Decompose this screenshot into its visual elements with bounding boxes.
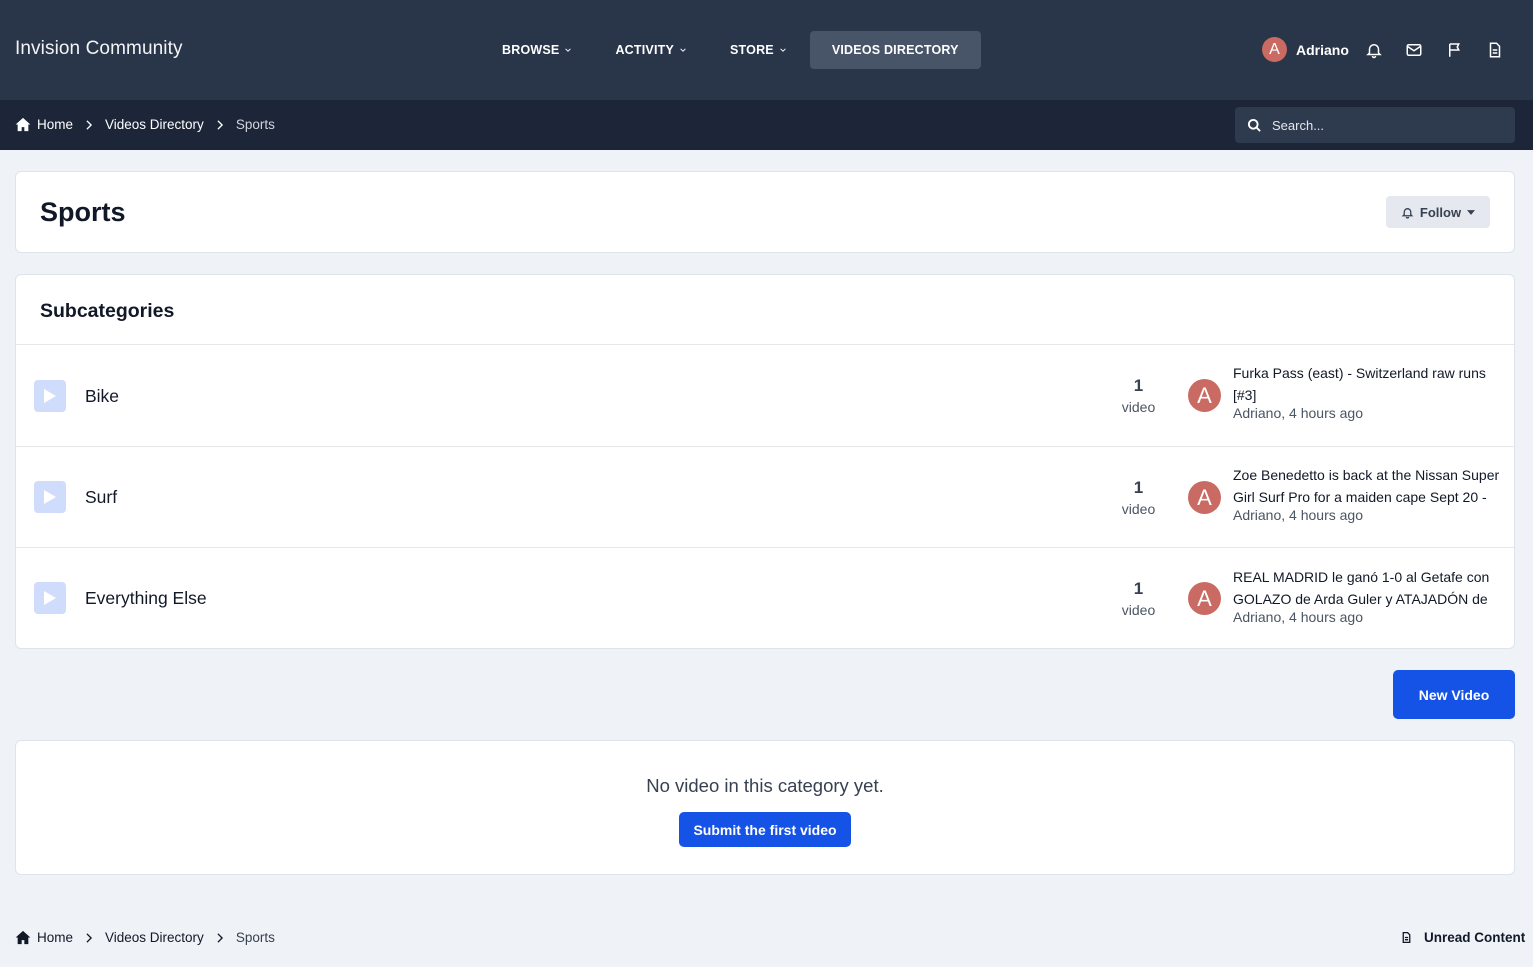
nav-videos-directory[interactable]: VIDEOS DIRECTORY <box>809 31 981 69</box>
follow-button[interactable]: Follow <box>1386 196 1490 228</box>
last-video-title[interactable]: REAL MADRID le ganó 1-0 al Getafe con GO… <box>1233 567 1503 610</box>
last-video: Furka Pass (east) - Switzerland raw runs… <box>1233 363 1503 421</box>
last-video-meta: Adriano, 4 hours ago <box>1233 609 1363 625</box>
document-icon[interactable] <box>1486 41 1504 59</box>
video-count: 1 video <box>1111 376 1166 415</box>
user-menu[interactable]: A Adriano <box>1262 37 1349 62</box>
last-video-meta: Adriano, 4 hours ago <box>1233 507 1363 523</box>
breadcrumb-videos-directory[interactable]: Videos Directory <box>105 930 204 945</box>
caret-down-icon <box>1467 209 1476 215</box>
subcategory-row: Everything Else 1 video A REAL MADRID le… <box>16 547 1514 648</box>
subcategory-row: Bike 1 video A Furka Pass (east) - Switz… <box>16 345 1514 446</box>
breadcrumb-current: Sports <box>235 117 275 132</box>
flag-icon[interactable] <box>1446 41 1464 59</box>
chevron-right-icon <box>86 119 93 130</box>
last-video: Zoe Benedetto is back at the Nissan Supe… <box>1233 465 1503 523</box>
search-input[interactable] <box>1272 117 1502 133</box>
chevron-down-icon <box>565 48 572 52</box>
nav-browse-label: BROWSE <box>502 43 560 57</box>
video-count-number: 1 <box>1133 579 1144 598</box>
play-icon <box>34 380 66 412</box>
video-count: 1 video <box>1111 579 1166 618</box>
main-nav: BROWSE ACTIVITY STORE VIDEOS DIRECTORY <box>480 31 981 69</box>
user-name: Adriano <box>1296 41 1349 58</box>
video-count-unit: video <box>1121 501 1156 517</box>
video-count-number: 1 <box>1133 478 1144 497</box>
last-video: REAL MADRID le ganó 1-0 al Getafe con GO… <box>1233 567 1503 625</box>
search-icon <box>1247 118 1261 132</box>
subcategories-box: Subcategories Bike 1 video A Furka Pass … <box>15 274 1515 649</box>
unread-content-label: Unread Content <box>1424 930 1526 945</box>
avatar[interactable]: A <box>1188 481 1221 514</box>
footer-breadcrumb: Home Videos Directory Sports <box>15 930 275 945</box>
subcategory-link[interactable]: Surf <box>85 487 117 508</box>
chevron-right-icon <box>217 119 223 130</box>
breadcrumb-videos-directory[interactable]: Videos Directory <box>105 117 204 132</box>
chevron-right-icon <box>217 932 223 943</box>
empty-message: No video in this category yet. <box>646 775 884 796</box>
bell-icon <box>1401 207 1414 219</box>
breadcrumb-bar: Home Videos Directory Sports <box>0 100 1533 150</box>
last-video-meta: Adriano, 4 hours ago <box>1233 405 1363 421</box>
video-count-unit: video <box>1121 399 1156 415</box>
page-header-box: Sports Follow <box>15 171 1515 253</box>
document-icon <box>1402 931 1411 944</box>
play-icon <box>34 582 66 614</box>
subcategory-link[interactable]: Bike <box>85 386 119 407</box>
unread-content-link[interactable]: Unread Content <box>1400 930 1525 945</box>
follow-label: Follow <box>1419 204 1462 220</box>
video-count-number: 1 <box>1133 376 1144 395</box>
page-title: Sports <box>40 197 126 227</box>
site-header: Invision Community BROWSE ACTIVITY STORE… <box>0 0 1533 100</box>
last-video-title[interactable]: Zoe Benedetto is back at the Nissan Supe… <box>1233 465 1503 508</box>
last-video-title[interactable]: Furka Pass (east) - Switzerland raw runs… <box>1233 363 1503 406</box>
video-count: 1 video <box>1111 478 1166 517</box>
new-video-button[interactable]: New Video <box>1393 670 1515 719</box>
breadcrumb-home[interactable]: Home <box>37 117 73 132</box>
play-icon <box>34 481 66 513</box>
submit-first-video-button[interactable]: Submit the first video <box>679 812 851 847</box>
nav-store[interactable]: STORE <box>708 31 808 69</box>
empty-state-box: No video in this category yet. Submit th… <box>15 740 1515 875</box>
home-icon <box>15 117 31 132</box>
site-brand[interactable]: Invision Community <box>15 38 183 60</box>
subcategory-link[interactable]: Everything Else <box>85 588 207 609</box>
avatar[interactable]: A <box>1188 379 1221 412</box>
bell-icon[interactable] <box>1365 41 1383 59</box>
chevron-down-icon <box>680 48 686 52</box>
video-count-unit: video <box>1121 602 1156 618</box>
nav-store-label: STORE <box>730 43 774 57</box>
nav-activity[interactable]: ACTIVITY <box>593 31 708 69</box>
subcategories-title: Subcategories <box>40 300 175 322</box>
breadcrumb: Home Videos Directory Sports <box>15 117 275 132</box>
nav-videos-directory-label: VIDEOS DIRECTORY <box>831 43 959 57</box>
breadcrumb-home[interactable]: Home <box>37 930 73 945</box>
search-box[interactable] <box>1235 107 1515 143</box>
home-icon <box>15 930 31 945</box>
chevron-right-icon <box>86 932 93 943</box>
nav-activity-label: ACTIVITY <box>615 43 674 57</box>
avatar[interactable]: A <box>1188 582 1221 615</box>
avatar: A <box>1262 37 1287 62</box>
nav-browse[interactable]: BROWSE <box>480 31 593 69</box>
breadcrumb-current: Sports <box>235 930 275 945</box>
envelope-icon[interactable] <box>1405 41 1423 59</box>
subcategory-row: Surf 1 video A Zoe Benedetto is back at … <box>16 446 1514 547</box>
chevron-down-icon <box>780 48 786 52</box>
